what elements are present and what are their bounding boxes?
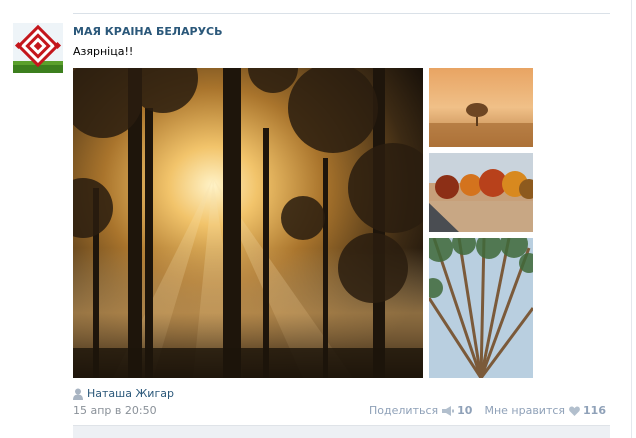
- post-photo-main[interactable]: [73, 68, 423, 378]
- post-photo-thumb-1[interactable]: [429, 68, 533, 147]
- post-text: Азярніца!!: [73, 45, 134, 58]
- megaphone-icon[interactable]: [442, 405, 455, 416]
- belarus-ornament-logo: [13, 23, 63, 73]
- post-photo-thumb-2[interactable]: [429, 153, 533, 232]
- post-author[interactable]: Наташа Жигар: [73, 387, 174, 400]
- author-name-link[interactable]: Наташа Жигар: [87, 387, 174, 400]
- post-photo-thumb-3[interactable]: [429, 238, 533, 378]
- page-border: [631, 0, 632, 438]
- top-divider: [73, 13, 610, 14]
- post-actions: Поделиться 10 Мне нравится 116: [369, 404, 606, 417]
- share-button[interactable]: Поделиться: [369, 404, 438, 417]
- comment-bar[interactable]: [73, 425, 610, 438]
- like-count: 116: [583, 404, 606, 417]
- share-count: 10: [457, 404, 473, 417]
- like-button[interactable]: Мне нравится: [484, 404, 565, 417]
- user-icon: [73, 388, 83, 400]
- group-name-link[interactable]: МАЯ КРАІНА БЕЛАРУСЬ: [73, 25, 223, 38]
- heart-icon[interactable]: [569, 406, 580, 416]
- group-avatar[interactable]: [13, 23, 63, 73]
- post-timestamp[interactable]: 15 апр в 20:50: [73, 404, 157, 417]
